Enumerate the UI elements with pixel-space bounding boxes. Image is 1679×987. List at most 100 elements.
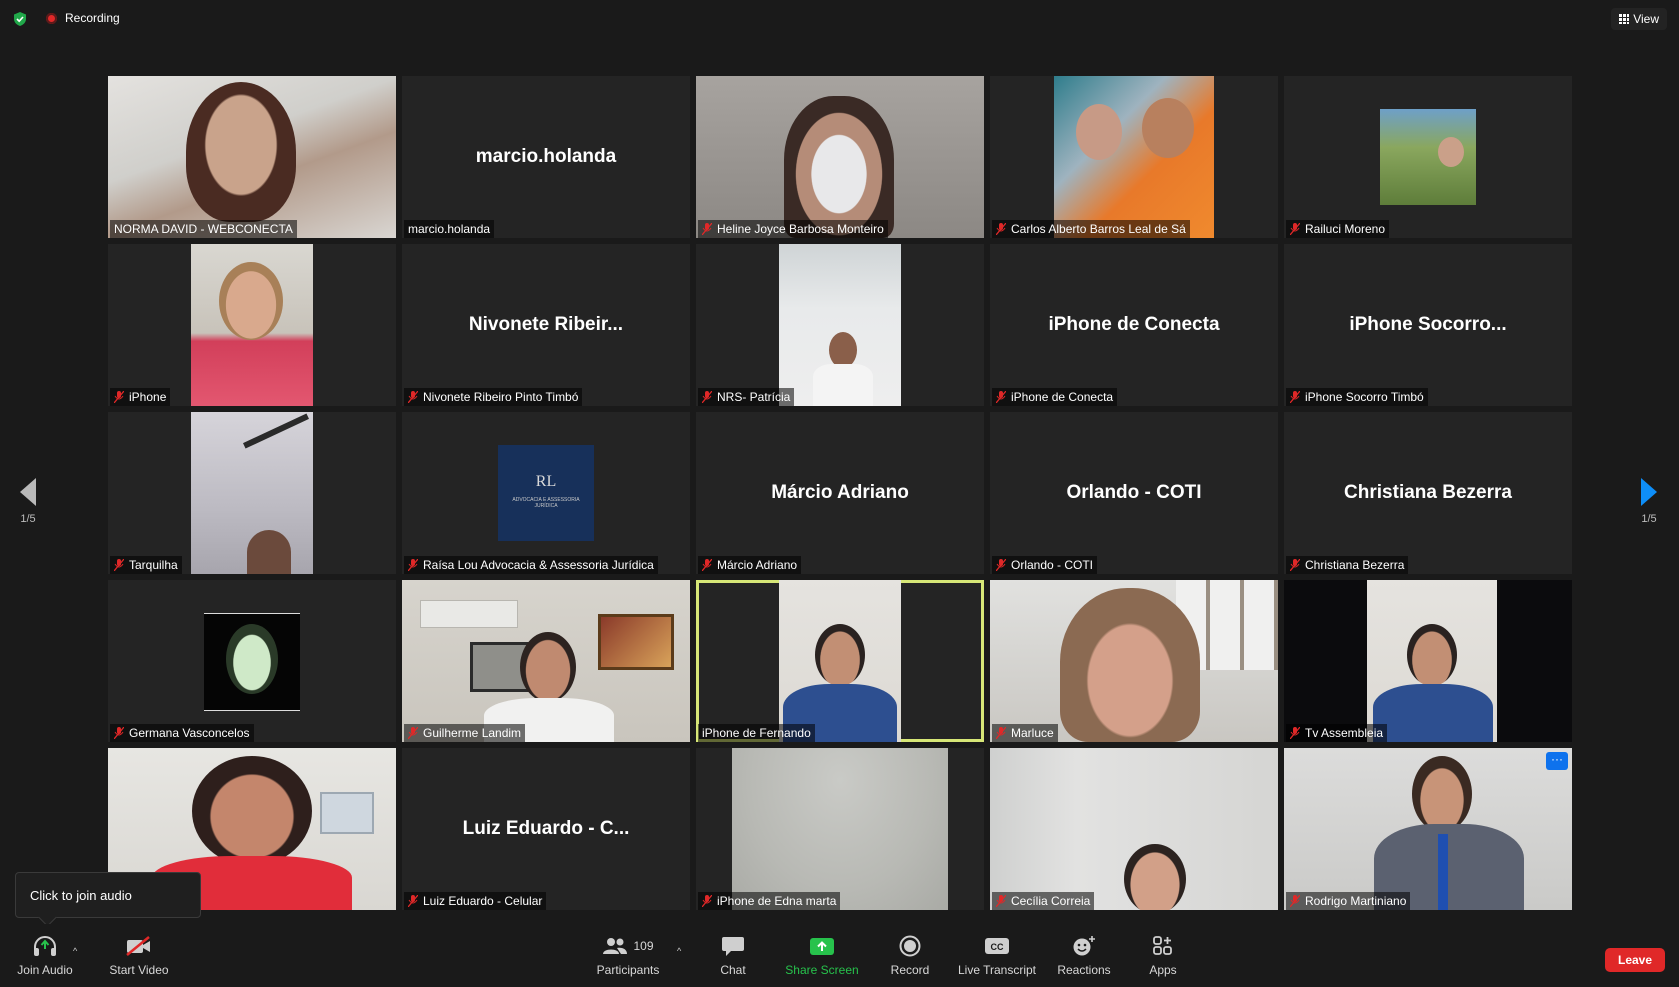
participant-count: 109	[633, 939, 654, 953]
participant-display-name: iPhone de Conecta	[1048, 314, 1220, 335]
video-tile[interactable]: Carlos Alberto Barros Leal de Sá	[990, 76, 1278, 238]
participant-display-name: Orlando - COTI	[1066, 482, 1202, 503]
mic-muted-icon	[702, 391, 712, 403]
participant-avatar	[1380, 109, 1476, 205]
participant-name: NRS- Patrícia	[698, 388, 795, 406]
video-tile[interactable]: Nivonete Ribeir... Nivonete Ribeiro Pint…	[402, 244, 690, 406]
mic-muted-icon	[408, 895, 418, 907]
video-tile[interactable]: Tv Assembleia	[1284, 580, 1572, 742]
participant-name: Carlos Alberto Barros Leal de Sá	[992, 220, 1190, 238]
view-button[interactable]: View	[1611, 8, 1667, 30]
arrow-right-icon[interactable]	[1641, 478, 1657, 506]
chat-icon	[722, 937, 744, 956]
shield-check-icon[interactable]	[13, 12, 27, 26]
participant-name: Marluce	[992, 724, 1058, 742]
participant-name: Guilherme Landim	[404, 724, 526, 742]
participant-name: Railuci Moreno	[1286, 220, 1390, 238]
previous-page-button[interactable]: 1/5	[8, 478, 48, 525]
video-tile[interactable]: iPhone	[108, 244, 396, 406]
participant-name: Tarquilha	[110, 556, 182, 574]
apps-button[interactable]: Apps	[1136, 924, 1190, 987]
participant-name: Raísa Lou Advocacia & Assessoria Jurídic…	[404, 556, 658, 574]
join-audio-button[interactable]: Join Audio	[10, 924, 80, 987]
page-indicator-right: 1/5	[1641, 513, 1657, 525]
participant-display-name: Nivonete Ribeir...	[468, 314, 624, 335]
participant-video	[732, 748, 948, 910]
participant-name: iPhone	[110, 388, 171, 406]
arrow-left-icon[interactable]	[20, 478, 36, 506]
chat-label: Chat	[720, 963, 746, 977]
leave-button[interactable]: Leave	[1605, 948, 1665, 972]
video-tile[interactable]: Guilherme Landim	[402, 580, 690, 742]
apps-icon	[1153, 936, 1172, 955]
video-tile[interactable]: iPhone de Conecta iPhone de Conecta	[990, 244, 1278, 406]
video-tile[interactable]: Orlando - COTI Orlando - COTI	[990, 412, 1278, 574]
participant-video	[402, 580, 690, 742]
mic-muted-icon	[408, 727, 418, 739]
participant-video	[191, 412, 313, 574]
participant-name: Germana Vasconcelos	[110, 724, 254, 742]
chat-button[interactable]: Chat	[706, 924, 760, 987]
more-options-button[interactable]: ···	[1546, 752, 1568, 770]
top-bar: Recording View	[0, 0, 1679, 38]
start-video-button[interactable]: Start Video	[104, 924, 174, 987]
audio-options-chevron-icon[interactable]: ^	[73, 946, 77, 956]
video-tile[interactable]: iPhone Socorro... iPhone Socorro Timbó	[1284, 244, 1572, 406]
page-indicator-left: 1/5	[20, 513, 36, 525]
video-tile[interactable]: iPhone de Edna marta	[696, 748, 984, 910]
participant-name: Heline Joyce Barbosa Monteiro	[698, 220, 888, 238]
video-tile[interactable]: NRS- Patrícia	[696, 244, 984, 406]
video-tile[interactable]: NORMA DAVID - WEBCONECTA	[108, 76, 396, 238]
share-screen-button[interactable]: Share Screen	[782, 924, 862, 987]
mic-muted-icon	[996, 559, 1006, 571]
participant-name: marcio.holanda	[404, 220, 495, 238]
participant-name: Christiana Bezerra	[1286, 556, 1409, 574]
participant-name: Orlando - COTI	[992, 556, 1098, 574]
participant-video	[779, 580, 901, 742]
participant-name: Luiz Eduardo - Celular	[404, 892, 547, 910]
participant-video	[1367, 580, 1497, 742]
video-tile[interactable]: Railuci Moreno	[1284, 76, 1572, 238]
participant-photo	[1054, 76, 1214, 238]
record-button[interactable]: Record	[880, 924, 940, 987]
record-label: Record	[890, 963, 930, 977]
video-tile[interactable]: Luiz Eduardo - C... Luiz Eduardo - Celul…	[402, 748, 690, 910]
join-audio-tooltip: Click to join audio	[15, 872, 201, 918]
participant-name: Rodrigo Martiniano	[1286, 892, 1411, 910]
video-tile[interactable]: Marluce	[990, 580, 1278, 742]
participant-name: iPhone de Fernando	[698, 724, 815, 742]
share-screen-label: Share Screen	[785, 963, 859, 977]
mic-muted-icon	[1290, 895, 1300, 907]
headphones-icon	[34, 936, 56, 956]
video-tile[interactable]: ··· Rodrigo Martiniano	[1284, 748, 1572, 910]
grid-icon	[1619, 14, 1630, 24]
participant-name: iPhone de Edna marta	[698, 892, 841, 910]
participant-display-name: Christiana Bezerra	[1344, 482, 1512, 503]
video-tile[interactable]: Germana Vasconcelos	[108, 580, 396, 742]
participant-video	[108, 76, 396, 238]
record-dot-icon	[46, 13, 57, 24]
participants-button[interactable]: 109 Participants	[590, 924, 666, 987]
video-tile[interactable]: RL ADVOCACIA E ASSESSORIA JURÍDICA Raísa…	[402, 412, 690, 574]
video-tile[interactable]: Heline Joyce Barbosa Monteiro	[696, 76, 984, 238]
video-tile[interactable]: Márcio Adriano Márcio Adriano	[696, 412, 984, 574]
mic-muted-icon	[702, 223, 712, 235]
video-tile[interactable]: Christiana Bezerra Christiana Bezerra	[1284, 412, 1572, 574]
participant-display-name: marcio.holanda	[475, 146, 617, 167]
participant-name: Tv Assembleia	[1286, 724, 1388, 742]
logo-subtitle: ADVOCACIA E ASSESSORIA JURÍDICA	[512, 497, 580, 509]
video-tile[interactable]: Tarquilha	[108, 412, 396, 574]
view-label: View	[1633, 12, 1659, 26]
live-transcript-button[interactable]: CC Live Transcript	[954, 924, 1040, 987]
participants-options-chevron-icon[interactable]: ^	[677, 946, 681, 956]
mic-muted-icon	[1290, 223, 1300, 235]
participant-video	[779, 244, 901, 406]
next-page-button[interactable]: 1/5	[1629, 478, 1669, 525]
video-tile[interactable]: Cecília Correia	[990, 748, 1278, 910]
recording-label[interactable]: Recording	[65, 11, 120, 25]
reactions-button[interactable]: Reactions	[1054, 924, 1114, 987]
participant-video	[990, 580, 1278, 742]
video-tile[interactable]: marcio.holanda marcio.holanda	[402, 76, 690, 238]
share-up-arrow-icon	[810, 938, 834, 955]
video-tile-active-speaker[interactable]: iPhone de Fernando	[696, 580, 984, 742]
